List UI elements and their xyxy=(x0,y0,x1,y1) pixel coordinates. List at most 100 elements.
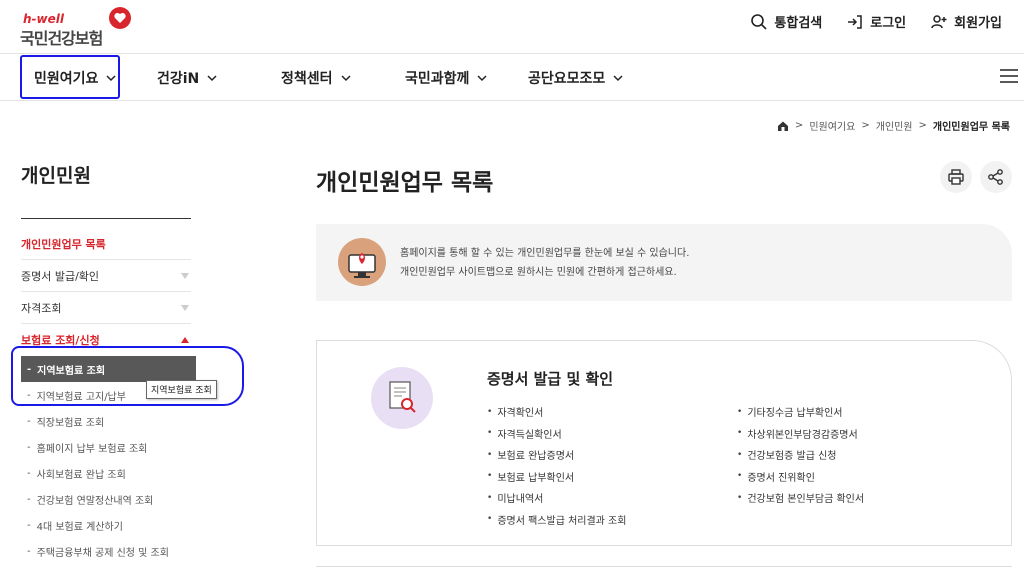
logo[interactable]: h-well 국민건강보험 xyxy=(20,6,140,48)
chevron-down-icon xyxy=(106,75,116,82)
breadcrumb-current: 개인민원업무 목록 xyxy=(932,122,1010,133)
card-link[interactable]: 보험료 완납증명서 xyxy=(487,444,626,466)
submenu-item-label: 주택금융부채 공제 신청 및 조회 xyxy=(36,547,169,559)
search-label: 통합검색 xyxy=(774,16,823,31)
print-button[interactable] xyxy=(940,161,972,193)
certificate-card: 증명서 발급 및 확인 자격확인서 자격득실확인서 보험료 완납증명서 보험료 … xyxy=(316,340,1012,546)
submenu-item[interactable]: - 건강보험 연말정산내역 조회 xyxy=(21,486,196,512)
caret-up-icon xyxy=(181,337,189,343)
gnb-label: 국민과함께 xyxy=(405,71,470,87)
chevron-down-icon xyxy=(341,75,351,82)
sidebar-title: 개인민원 xyxy=(21,165,91,187)
home-icon[interactable] xyxy=(777,120,789,132)
submenu-item[interactable]: - 사회보험료 완납 조회 xyxy=(21,460,196,486)
sidebar-item-label: 자격조회 xyxy=(21,301,62,315)
submenu-bullet: - xyxy=(27,415,31,427)
monitor-location-icon xyxy=(338,238,386,286)
gnb-item-health[interactable]: 건강iN xyxy=(157,68,217,88)
card-link[interactable]: 자격득실확인서 xyxy=(487,423,626,445)
submenu-item[interactable]: - 4대 보험료 계산하기 xyxy=(21,512,196,538)
breadcrumb-separator: > xyxy=(794,120,804,131)
logo-kr: 국민건강보험 xyxy=(20,29,103,48)
heart-logo-icon xyxy=(109,7,131,29)
card-link[interactable]: 차상위본인부담경감증명서 xyxy=(737,423,864,445)
signup-label: 회원가입 xyxy=(954,16,1002,31)
intro-box: 홈페이지를 통해 할 수 있는 개인민원업무를 한눈에 보실 수 있습니다. 개… xyxy=(316,224,1012,301)
submenu-item-label: 사회보험료 완납 조회 xyxy=(36,469,126,481)
breadcrumb: > 민원여기요 > 개인민원 > 개인민원업무 목록 xyxy=(777,118,1010,133)
submenu-item-label: 홈페이지 납부 보험료 조회 xyxy=(36,443,148,455)
sidebar-divider xyxy=(21,218,191,219)
search-icon xyxy=(751,13,767,30)
main-navigation: 민원여기요 건강iN 정책센터 국민과함께 공단요모조모 xyxy=(0,55,1024,101)
search-button[interactable]: 통합검색 xyxy=(750,12,822,31)
card-link[interactable]: 증명서 진위확인 xyxy=(737,466,864,488)
share-icon xyxy=(988,169,1003,185)
intro-line: 개인민원업무 사이트맵으로 원하시는 민원에 간편하게 접근하세요. xyxy=(400,267,677,278)
hamburger-menu-icon[interactable] xyxy=(1000,69,1018,83)
sidebar-item-label: 보험료 조회/신청 xyxy=(21,334,100,347)
submenu-item-label: 지역보험료 조회 xyxy=(37,365,106,377)
logo-en: h-well xyxy=(23,12,64,26)
submenu-bullet: - xyxy=(27,519,31,531)
sidebar-item-premium[interactable]: 보험료 조회/신청 xyxy=(21,324,191,356)
card-link[interactable]: 건강보험증 발급 신청 xyxy=(737,444,864,466)
sidebar-item-eligibility[interactable]: 자격조회 xyxy=(21,292,191,324)
card-list-right: 기타징수금 납부확인서 차상위본인부담경감증명서 건강보험증 발급 신청 증명서… xyxy=(737,401,864,509)
submenu-item-label: 4대 보험료 계산하기 xyxy=(36,521,123,533)
card-list-left: 자격확인서 자격득실확인서 보험료 완납증명서 보험료 납부확인서 미납내역서 … xyxy=(487,401,626,530)
breadcrumb-item[interactable]: 민원여기요 xyxy=(809,118,855,133)
breadcrumb-separator: > xyxy=(861,120,870,131)
card-link[interactable]: 미납내역서 xyxy=(487,487,626,509)
gnb-label: 정책센터 xyxy=(281,71,333,87)
tooltip: 지역보험료 조회 xyxy=(146,380,217,399)
chevron-down-icon xyxy=(613,75,623,82)
document-search-icon xyxy=(371,367,433,429)
intro-line: 홈페이지를 통해 할 수 있는 개인민원업무를 한눈에 보실 수 있습니다. xyxy=(400,248,690,259)
gnb-item-people[interactable]: 국민과함께 xyxy=(405,68,487,88)
login-button[interactable]: 로그인 xyxy=(846,12,906,31)
page-title: 개인민원업무 목록 xyxy=(316,170,494,196)
chevron-down-icon xyxy=(207,75,217,82)
sidebar-item-certificate[interactable]: 증명서 발급/확인 xyxy=(21,260,191,292)
card-link[interactable]: 건강보험 본인부담금 확인서 xyxy=(737,487,864,509)
login-label: 로그인 xyxy=(870,16,907,31)
card-link[interactable]: 보험료 납부확인서 xyxy=(487,466,626,488)
submenu-bullet: - xyxy=(27,363,32,375)
card-link[interactable]: 증명서 팩스발급 처리결과 조회 xyxy=(487,509,626,531)
submenu-bullet: - xyxy=(27,467,31,479)
gnb-item-civil[interactable]: 민원여기요 xyxy=(34,68,116,88)
submenu-item[interactable]: - 홈페이지 납부 보험료 조회 xyxy=(21,434,196,460)
header: h-well 국민건강보험 통합검색 로그인 회원가입 xyxy=(0,0,1024,54)
intro-text: 홈페이지를 통해 할 수 있는 개인민원업무를 한눈에 보실 수 있습니다. 개… xyxy=(400,244,689,282)
sidebar-menu: 개인민원업무 목록 증명서 발급/확인 자격조회 보험료 조회/신청 xyxy=(21,228,191,356)
submenu-item[interactable]: - 주택금융부채 공제 신청 및 조회 xyxy=(21,538,196,564)
sidebar-item-label: 개인민원업무 목록 xyxy=(21,237,106,251)
submenu-bullet: - xyxy=(27,493,31,505)
utility-menu: 통합검색 로그인 회원가입 xyxy=(750,12,1002,31)
next-card-edge xyxy=(316,566,1012,567)
submenu-bullet: - xyxy=(27,389,31,401)
sidebar-item-list[interactable]: 개인민원업무 목록 xyxy=(21,228,191,260)
sidebar-item-label: 증명서 발급/확인 xyxy=(21,269,100,283)
card-link[interactable]: 기타징수금 납부확인서 xyxy=(737,401,864,423)
submenu-item-label: 직장보험료 조회 xyxy=(36,417,105,429)
submenu-item-regional-premium[interactable]: - 지역보험료 조회 xyxy=(21,356,196,382)
submenu-item-label: 건강보험 연말정산내역 조회 xyxy=(36,495,154,507)
gnb-item-about[interactable]: 공단요모조모 xyxy=(528,68,623,88)
submenu-bullet: - xyxy=(27,545,31,557)
breadcrumb-separator: > xyxy=(918,120,927,131)
submenu-item-label: 지역보험료 고지/납부 xyxy=(36,391,126,403)
user-add-icon xyxy=(931,14,947,28)
submenu-bullet: - xyxy=(27,441,31,453)
share-button[interactable] xyxy=(980,161,1012,193)
gnb-label: 건강iN xyxy=(157,71,200,87)
print-icon xyxy=(948,169,964,185)
submenu-item[interactable]: - 직장보험료 조회 xyxy=(21,408,196,434)
login-icon xyxy=(848,14,863,29)
gnb-item-policy[interactable]: 정책센터 xyxy=(281,68,351,88)
signup-button[interactable]: 회원가입 xyxy=(930,12,1002,31)
card-link[interactable]: 자격확인서 xyxy=(487,401,626,423)
breadcrumb-item[interactable]: 개인민원 xyxy=(876,118,913,133)
card-title: 증명서 발급 및 확인 xyxy=(487,370,614,388)
